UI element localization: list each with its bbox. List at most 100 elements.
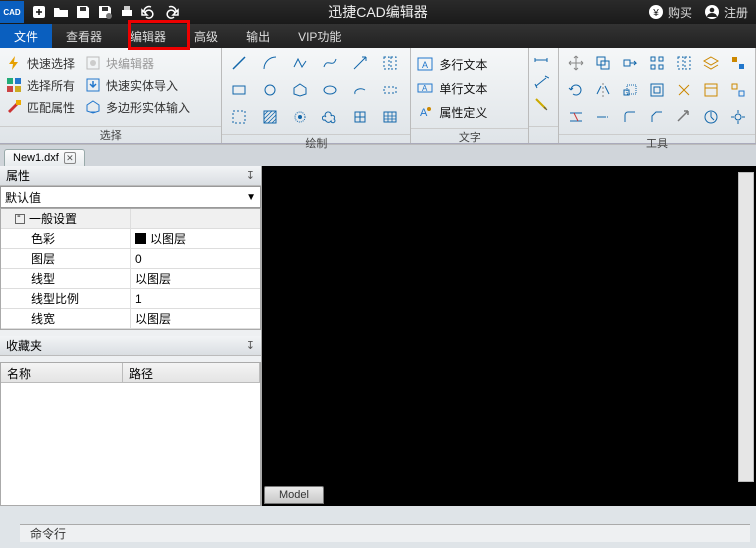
select-all-button[interactable]: 选择所有 — [6, 74, 75, 96]
save-icon[interactable] — [72, 2, 94, 22]
arc-tool[interactable] — [259, 52, 281, 74]
buy-button[interactable]: ¥ 购买 — [648, 4, 692, 21]
scale-tool[interactable] — [619, 79, 641, 101]
print-icon[interactable] — [116, 2, 138, 22]
edit-dim-icon[interactable] — [533, 96, 554, 118]
ray-tool[interactable] — [349, 52, 371, 74]
ungroup-tool[interactable] — [727, 79, 749, 101]
settings-tool[interactable] — [727, 106, 749, 128]
menu-advanced[interactable]: 高级 — [180, 24, 232, 48]
bolt-icon — [6, 55, 22, 71]
pin-icon[interactable]: ↧ — [246, 169, 255, 182]
quick-entity-import-button[interactable]: 快速实体导入 — [85, 74, 190, 96]
menu-editor[interactable]: 编辑器 — [116, 24, 180, 48]
xline-tool[interactable] — [379, 52, 401, 74]
fillet-tool[interactable] — [619, 106, 641, 128]
match-properties-button[interactable]: 匹配属性 — [6, 96, 75, 118]
region-tool[interactable] — [228, 106, 250, 128]
move-tool[interactable] — [565, 52, 587, 74]
scrollbar-vertical[interactable] — [738, 172, 754, 482]
props-tool[interactable] — [700, 79, 722, 101]
copy-tool[interactable] — [592, 52, 614, 74]
attribute-def-button[interactable]: A 属性定义 — [417, 100, 522, 124]
prop-row-ltscale[interactable]: 线型比例 1 — [1, 289, 260, 309]
layers-tool[interactable] — [700, 52, 722, 74]
prop-row-linetype[interactable]: 线型 以图层 — [1, 269, 260, 289]
trim-tool[interactable] — [565, 106, 587, 128]
erase-tool[interactable] — [673, 52, 695, 74]
file-tab[interactable]: New1.dxf ✕ — [4, 149, 85, 166]
multiline-text-button[interactable]: A 多行文本 — [417, 52, 522, 76]
prop-row-color[interactable]: 色彩 以图层 — [1, 229, 260, 249]
register-button[interactable]: 注册 — [704, 4, 748, 21]
donut-tool[interactable] — [379, 79, 401, 101]
properties-section[interactable]: 一般设置 — [1, 209, 260, 229]
favorites-panel-header[interactable]: 收藏夹 ↧ — [0, 336, 261, 356]
polygon-tool[interactable] — [289, 79, 311, 101]
menu-viewer[interactable]: 查看器 — [52, 24, 116, 48]
color-swatch — [135, 233, 146, 244]
polygon-entity-input-button[interactable]: 多边形实体输入 — [85, 96, 190, 118]
spline-tool[interactable] — [319, 52, 341, 74]
measure-tool[interactable] — [700, 106, 722, 128]
favorites-col-name[interactable]: 名称 — [1, 363, 123, 382]
menu-output[interactable]: 输出 — [232, 24, 284, 48]
favorites-col-path[interactable]: 路径 — [123, 363, 260, 382]
singleline-text-button[interactable]: A 单行文本 — [417, 76, 522, 100]
draw-tools-grid — [228, 52, 404, 130]
aligned-dim-icon[interactable] — [533, 74, 554, 96]
ellipse-tool[interactable] — [319, 79, 341, 101]
redo-icon[interactable] — [160, 2, 182, 22]
user-icon — [704, 4, 720, 20]
chevron-down-icon: ▼ — [246, 192, 256, 203]
break-tool[interactable] — [673, 106, 695, 128]
collapse-icon[interactable] — [15, 214, 25, 224]
quick-select-button[interactable]: 快速选择 — [6, 52, 75, 74]
hatch-tool[interactable] — [259, 106, 281, 128]
point-tool[interactable] — [289, 106, 311, 128]
coin-icon: ¥ — [648, 4, 664, 20]
extend-tool[interactable] — [592, 106, 614, 128]
prop-row-layer[interactable]: 图层 0 — [1, 249, 260, 269]
menu-file[interactable]: 文件 — [0, 24, 52, 48]
insert-block-tool[interactable] — [349, 106, 371, 128]
menu-vip[interactable]: VIP功能 — [284, 24, 355, 48]
cloud-tool[interactable] — [319, 106, 341, 128]
sidebar: 属性 ↧ 默认值 ▼ 一般设置 色彩 以图层 图层 0 线型 以图层 — [0, 166, 262, 506]
ellipse-arc-tool[interactable] — [349, 79, 371, 101]
stretch-tool[interactable] — [619, 52, 641, 74]
polyline-tool[interactable] — [289, 52, 311, 74]
new-icon[interactable] — [28, 2, 50, 22]
properties-panel-header[interactable]: 属性 ↧ — [0, 166, 261, 186]
file-tab-label: New1.dxf — [13, 152, 59, 164]
linear-dim-icon[interactable] — [533, 52, 554, 74]
saveas-icon[interactable] — [94, 2, 116, 22]
mirror-tool[interactable] — [592, 79, 614, 101]
command-line[interactable]: 命令行 — [20, 524, 750, 542]
close-icon[interactable]: ✕ — [64, 152, 76, 164]
model-tab[interactable]: Model — [264, 486, 324, 504]
undo-icon[interactable] — [138, 2, 160, 22]
app-icon: CAD — [0, 1, 24, 23]
rotate-tool[interactable] — [565, 79, 587, 101]
menu-bar: 文件 查看器 编辑器 高级 输出 VIP功能 — [0, 24, 756, 48]
group-label-select: 选择 — [0, 126, 221, 143]
table-tool[interactable] — [379, 106, 401, 128]
title-bar: CAD 迅捷CAD编辑器 ¥ 购买 注册 — [0, 0, 756, 24]
circle-tool[interactable] — [259, 79, 281, 101]
offset-tool[interactable] — [646, 79, 668, 101]
open-icon[interactable] — [50, 2, 72, 22]
prop-row-lineweight[interactable]: 线宽 以图层 — [1, 309, 260, 329]
rect-tool[interactable] — [228, 79, 250, 101]
favorites-header-row: 名称 路径 — [1, 363, 260, 383]
block-editor-button[interactable]: 块编辑器 — [85, 52, 190, 74]
default-combo[interactable]: 默认值 ▼ — [0, 186, 261, 208]
drawing-canvas[interactable]: Model — [262, 166, 756, 506]
pin-icon[interactable]: ↧ — [246, 339, 255, 352]
array-tool[interactable] — [646, 52, 668, 74]
chamfer-tool[interactable] — [646, 106, 668, 128]
group-tool[interactable] — [727, 52, 749, 74]
line-tool[interactable] — [228, 52, 250, 74]
explode-tool[interactable] — [673, 79, 695, 101]
group-label-draw: 绘制 — [222, 134, 410, 151]
